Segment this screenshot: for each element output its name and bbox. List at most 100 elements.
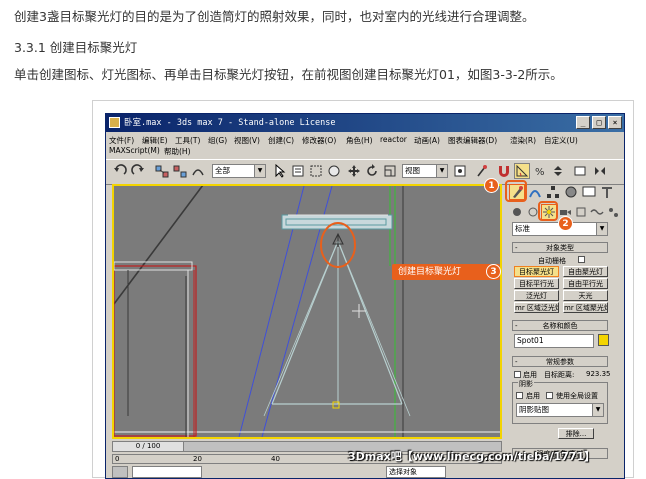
named-selection-icon[interactable] bbox=[572, 163, 588, 179]
region-select-icon[interactable] bbox=[308, 163, 324, 179]
angle-snap-icon[interactable] bbox=[514, 163, 530, 179]
step-badge-2: 2 bbox=[558, 216, 573, 231]
select-by-name-icon[interactable] bbox=[290, 163, 306, 179]
menu-maxscript[interactable]: MAXScript(M) bbox=[109, 146, 160, 155]
general-params-rollout-header[interactable]: - 常规参数 bbox=[512, 356, 608, 367]
menu-animation[interactable]: 动画(A) bbox=[414, 135, 440, 146]
helpers-category-icon[interactable] bbox=[573, 204, 589, 220]
menu-bar: 文件(F) 编辑(E) 工具(T) 组(G) 视图(V) 创建(C) 修改器(O… bbox=[106, 133, 624, 158]
menu-create[interactable]: 创建(C) bbox=[268, 135, 294, 146]
shadow-on-label: 启用 bbox=[526, 392, 540, 400]
step-badge-3: 3 bbox=[486, 264, 501, 279]
undo-button[interactable] bbox=[112, 163, 128, 179]
watermark-text: 3Dmax吧【www.linecg.com/tieba/1771】 bbox=[348, 450, 596, 463]
target-distance-value: 923.35 bbox=[586, 370, 611, 378]
shadows-label: 阴影 bbox=[518, 379, 534, 389]
ref-coord-dropdown[interactable]: 视图 ▼ bbox=[402, 164, 448, 178]
create-tab-highlight bbox=[505, 180, 527, 202]
maxscript-listener-icon[interactable] bbox=[112, 466, 128, 478]
omni-button[interactable]: 泛光灯 bbox=[514, 290, 559, 301]
auto-grid-checkbox[interactable] bbox=[578, 256, 585, 263]
use-global-settings-label: 使用全局设置 bbox=[556, 392, 598, 400]
exclude-button[interactable]: 排除... bbox=[558, 428, 594, 439]
menu-edit[interactable]: 编辑(E) bbox=[142, 135, 168, 146]
window-title: 卧室.max - 3ds max 7 - Stand-alone License bbox=[124, 118, 336, 128]
doc-paragraph-1: 创建3盏目标聚光灯的目的是为了创造筒灯的照射效果，同时，也对室内的光线进行合理调… bbox=[14, 9, 535, 24]
mr-area-spot-button[interactable]: mr 区域聚光灯 bbox=[563, 302, 608, 313]
utilities-tab-icon[interactable] bbox=[599, 184, 615, 200]
use-global-settings-checkbox[interactable] bbox=[546, 392, 553, 399]
motion-tab-icon[interactable] bbox=[563, 184, 579, 200]
menu-character[interactable]: 角色(H) bbox=[346, 135, 373, 146]
maximize-button[interactable]: □ bbox=[592, 116, 606, 129]
screenshot-frame: 卧室.max - 3ds max 7 - Stand-alone License… bbox=[92, 100, 634, 479]
menu-help[interactable]: 帮助(H) bbox=[164, 146, 191, 157]
svg-text:%: % bbox=[535, 167, 545, 178]
minimize-button[interactable]: _ bbox=[576, 116, 590, 129]
scale-icon[interactable] bbox=[382, 163, 398, 179]
menu-customize[interactable]: 自定义(U) bbox=[544, 135, 578, 146]
status-field bbox=[132, 466, 202, 478]
shadow-on-checkbox[interactable] bbox=[516, 392, 523, 399]
hierarchy-tab-icon[interactable] bbox=[545, 184, 561, 200]
mr-area-omni-button[interactable]: mr 区域泛光灯 bbox=[514, 302, 559, 313]
geometry-category-icon[interactable] bbox=[509, 204, 525, 220]
tick-label-40: 40 bbox=[271, 455, 280, 463]
callout-create-target-spot: 创建目标聚光灯 bbox=[392, 264, 500, 280]
systems-category-icon[interactable] bbox=[605, 204, 621, 220]
object-color-swatch[interactable] bbox=[598, 334, 609, 346]
free-spot-button[interactable]: 自由聚光灯 bbox=[563, 266, 608, 277]
lights-category-highlight bbox=[538, 201, 558, 221]
menu-modifiers[interactable]: 修改器(O) bbox=[302, 135, 336, 146]
step-badge-1: 1 bbox=[484, 178, 499, 193]
menu-reactor[interactable]: reactor bbox=[380, 135, 407, 144]
selection-filter-dropdown[interactable]: 全部 ▼ bbox=[212, 164, 266, 178]
menu-views[interactable]: 视图(V) bbox=[234, 135, 260, 146]
unlink-icon[interactable] bbox=[172, 163, 188, 179]
object-name-field[interactable]: Spot01 bbox=[514, 334, 594, 348]
spacewarps-category-icon[interactable] bbox=[589, 204, 605, 220]
target-spot-button[interactable]: 目标聚光灯 bbox=[514, 266, 559, 277]
rotate-icon[interactable] bbox=[364, 163, 380, 179]
menu-rendering[interactable]: 渲染(R) bbox=[510, 135, 536, 146]
shadow-type-dropdown[interactable]: 阴影贴图 ▼ bbox=[516, 403, 604, 417]
select-manipulate-icon[interactable] bbox=[474, 163, 490, 179]
chevron-down-icon: ▼ bbox=[592, 404, 603, 416]
bind-space-warp-icon[interactable] bbox=[190, 163, 206, 179]
time-slider-thumb[interactable]: 0 / 100 bbox=[113, 442, 184, 451]
close-button[interactable]: × bbox=[608, 116, 622, 129]
display-tab-icon[interactable] bbox=[581, 184, 597, 200]
tick-label-0: 0 bbox=[115, 455, 120, 463]
selection-status: 选择对象 bbox=[386, 466, 446, 478]
snap-toggle-icon[interactable] bbox=[496, 163, 512, 179]
target-direct-button[interactable]: 目标平行光 bbox=[514, 278, 559, 289]
doc-paragraph-2: 单击创建图标、灯光图标、再单击目标聚光灯按钮，在前视图创建目标聚光灯01，如图3… bbox=[14, 67, 563, 82]
window-crossing-icon[interactable] bbox=[326, 163, 342, 179]
menu-file[interactable]: 文件(F) bbox=[109, 135, 134, 146]
front-viewport[interactable] bbox=[112, 184, 502, 439]
tick-label-20: 20 bbox=[193, 455, 202, 463]
spinner-snap-icon[interactable] bbox=[550, 163, 566, 179]
select-object-icon[interactable] bbox=[272, 163, 288, 179]
modify-tab-icon[interactable] bbox=[527, 184, 543, 200]
callout-text: 创建目标聚光灯 bbox=[398, 267, 462, 277]
name-color-rollout-header[interactable]: - 名称和颜色 bbox=[512, 320, 608, 331]
redo-button[interactable] bbox=[130, 163, 146, 179]
menu-group[interactable]: 组(G) bbox=[208, 135, 227, 146]
light-on-checkbox[interactable] bbox=[514, 371, 521, 378]
app-window: 卧室.max - 3ds max 7 - Stand-alone License… bbox=[105, 113, 625, 479]
menu-tools[interactable]: 工具(T) bbox=[175, 135, 200, 146]
auto-grid-label: 自动栅格 bbox=[538, 257, 566, 265]
mirror-icon[interactable] bbox=[592, 163, 608, 179]
skylight-button[interactable]: 天光 bbox=[563, 290, 608, 301]
select-link-icon[interactable] bbox=[154, 163, 170, 179]
app-icon bbox=[109, 117, 120, 128]
object-type-rollout-header[interactable]: - 对象类型 bbox=[512, 242, 608, 253]
move-icon[interactable] bbox=[346, 163, 362, 179]
pivot-icon[interactable] bbox=[452, 163, 468, 179]
menu-graph-editors[interactable]: 图表编辑器(D) bbox=[448, 135, 497, 146]
chevron-down-icon: ▼ bbox=[254, 165, 265, 177]
free-direct-button[interactable]: 自由平行光 bbox=[563, 278, 608, 289]
doc-section-heading: 3.3.1 创建目标聚光灯 bbox=[14, 40, 138, 55]
percent-snap-icon[interactable]: % bbox=[532, 163, 548, 179]
